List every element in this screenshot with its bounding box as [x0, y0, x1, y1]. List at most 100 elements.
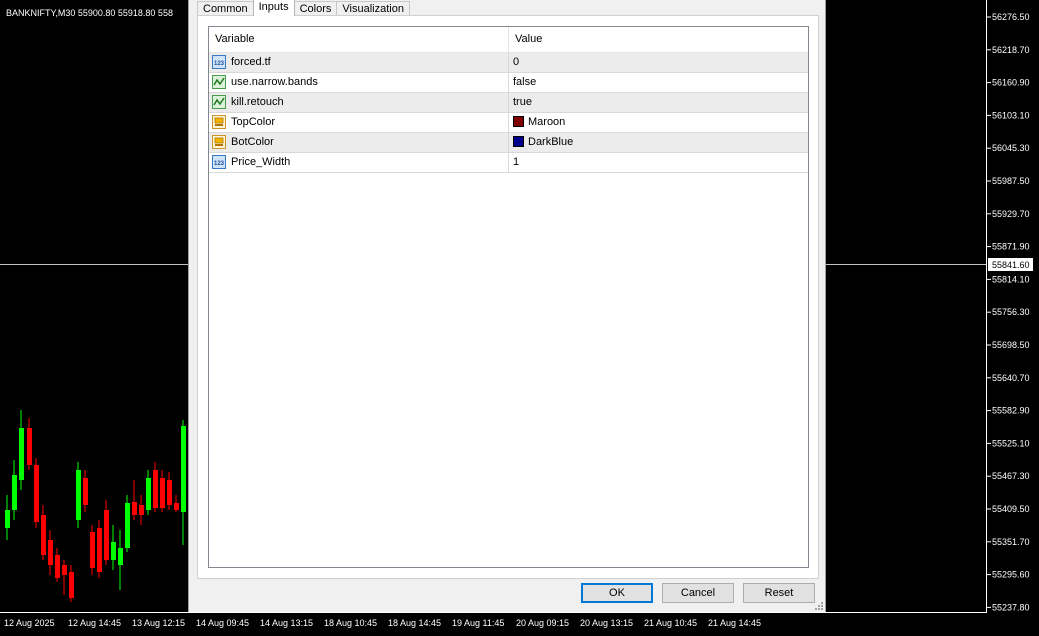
candle-body [62, 565, 67, 575]
variable-name: TopColor [231, 116, 276, 128]
tab-bar: Common Inputs Colors Visualization [197, 0, 410, 16]
candle-body [132, 502, 137, 515]
value-field[interactable]: false [509, 73, 808, 92]
price-tick-label: 55987.50 [992, 176, 1030, 186]
tab-visualization[interactable]: Visualization [336, 1, 410, 16]
properties-dialog: Common Inputs Colors Visualization Varia… [188, 0, 826, 612]
table-row[interactable]: use.narrow.bands false [209, 73, 808, 93]
candle-body [167, 480, 172, 505]
color-value-field[interactable]: Maroon [509, 113, 808, 132]
candle-body [160, 478, 165, 508]
color-swatch [513, 136, 524, 147]
price-tick-label: 55467.30 [992, 471, 1030, 481]
price-tick-label: 55871.90 [992, 242, 1030, 252]
time-tick-label: 18 Aug 10:45 [324, 618, 377, 628]
price-tick-label: 55929.70 [992, 209, 1030, 219]
inputs-grid[interactable]: Variable Value 123 forced.tf 0 use.narro… [208, 26, 809, 568]
color-icon [212, 115, 226, 129]
price-tick-label: 55814.10 [992, 274, 1030, 284]
candle-body [104, 510, 109, 560]
time-tick-label: 20 Aug 09:15 [516, 618, 569, 628]
candle-body [5, 510, 10, 528]
candle-body [125, 503, 130, 548]
table-row[interactable]: BotColor DarkBlue [209, 133, 808, 153]
bool-icon [212, 75, 226, 89]
candle-body [41, 515, 46, 555]
variable-name: BotColor [231, 136, 274, 148]
candle-body [48, 540, 53, 565]
price-tick-label: 55582.90 [992, 406, 1030, 416]
value-field[interactable]: 1 [509, 153, 808, 172]
price-tick-label: 56276.50 [992, 12, 1030, 22]
candle-body [146, 478, 151, 510]
tab-colors[interactable]: Colors [293, 1, 338, 16]
chart-title: BANKNIFTY,M30 55900.80 55918.80 558 [6, 8, 173, 18]
table-row[interactable]: 123 Price_Width 1 [209, 153, 808, 173]
table-row[interactable]: kill.retouch true [209, 93, 808, 113]
candle-body [76, 470, 81, 520]
time-tick-label: 12 Aug 2025 [4, 618, 55, 628]
candle-body [83, 478, 88, 505]
candle-body [181, 426, 186, 512]
price-tick-label: 55525.10 [992, 438, 1030, 448]
price-tick-label: 56160.90 [992, 78, 1030, 88]
tab-common[interactable]: Common [197, 1, 254, 16]
time-tick-label: 20 Aug 13:15 [580, 618, 633, 628]
ok-button[interactable]: OK [581, 583, 653, 603]
tab-inputs[interactable]: Inputs [252, 0, 295, 16]
variable-name: use.narrow.bands [231, 76, 318, 88]
time-tick-label: 13 Aug 12:15 [132, 618, 185, 628]
cancel-button[interactable]: Cancel [662, 583, 734, 603]
price-tick-label: 55640.70 [992, 373, 1030, 383]
candle-body [34, 465, 39, 522]
price-tick-label: 55409.50 [992, 504, 1030, 514]
color-icon [212, 135, 226, 149]
number-icon: 123 [212, 55, 226, 69]
price-axis: 56276.50 56218.70 56160.90 56103.10 56045.30… [987, 12, 1030, 612]
variable-name: kill.retouch [231, 96, 284, 108]
candle-body [69, 572, 74, 598]
candle-body [12, 475, 17, 510]
bool-icon [212, 95, 226, 109]
value-field[interactable]: 0 [509, 53, 808, 72]
color-value-field[interactable]: DarkBlue [509, 133, 808, 152]
price-tick-label: 55756.30 [992, 307, 1030, 317]
price-tick-label: 56218.70 [992, 45, 1030, 55]
time-tick-label: 18 Aug 14:45 [388, 618, 441, 628]
reset-button[interactable]: Reset [743, 583, 815, 603]
grid-header: Variable Value [209, 27, 808, 53]
candle-body [111, 542, 116, 560]
time-tick-label: 14 Aug 09:45 [196, 618, 249, 628]
time-tick-label: 21 Aug 14:45 [708, 618, 761, 628]
candle-body [19, 428, 24, 480]
price-tick-label: 55295.60 [992, 570, 1030, 580]
svg-text:123: 123 [214, 61, 225, 67]
value-field[interactable]: true [509, 93, 808, 112]
time-tick-label: 19 Aug 11:45 [452, 618, 504, 628]
current-price-label: 55841.60 [992, 260, 1030, 270]
candle-body [174, 503, 179, 510]
price-tick-label: 56103.10 [992, 110, 1030, 120]
table-row[interactable]: 123 forced.tf 0 [209, 53, 808, 73]
candle-body [97, 528, 102, 572]
variable-name: forced.tf [231, 56, 271, 68]
candle-body [153, 470, 158, 508]
candle-body [118, 548, 123, 565]
time-axis: 12 Aug 2025 12 Aug 14:45 13 Aug 12:15 14 Au… [4, 618, 761, 628]
resize-grip-icon[interactable] [815, 602, 823, 610]
candle-body [139, 505, 144, 515]
color-swatch [513, 116, 524, 127]
candle-body [27, 428, 32, 465]
candle-body [55, 555, 60, 578]
price-tick-label: 55351.70 [992, 537, 1030, 547]
number-icon: 123 [212, 155, 226, 169]
variable-name: Price_Width [231, 156, 291, 168]
candles [5, 410, 186, 602]
price-tick-label: 55237.80 [992, 602, 1030, 612]
column-header-value[interactable]: Value [509, 27, 808, 52]
candle-body [90, 532, 95, 568]
price-tick-label: 55698.50 [992, 340, 1030, 350]
svg-text:123: 123 [214, 161, 225, 167]
table-row[interactable]: TopColor Maroon [209, 113, 808, 133]
column-header-variable[interactable]: Variable [209, 27, 509, 52]
